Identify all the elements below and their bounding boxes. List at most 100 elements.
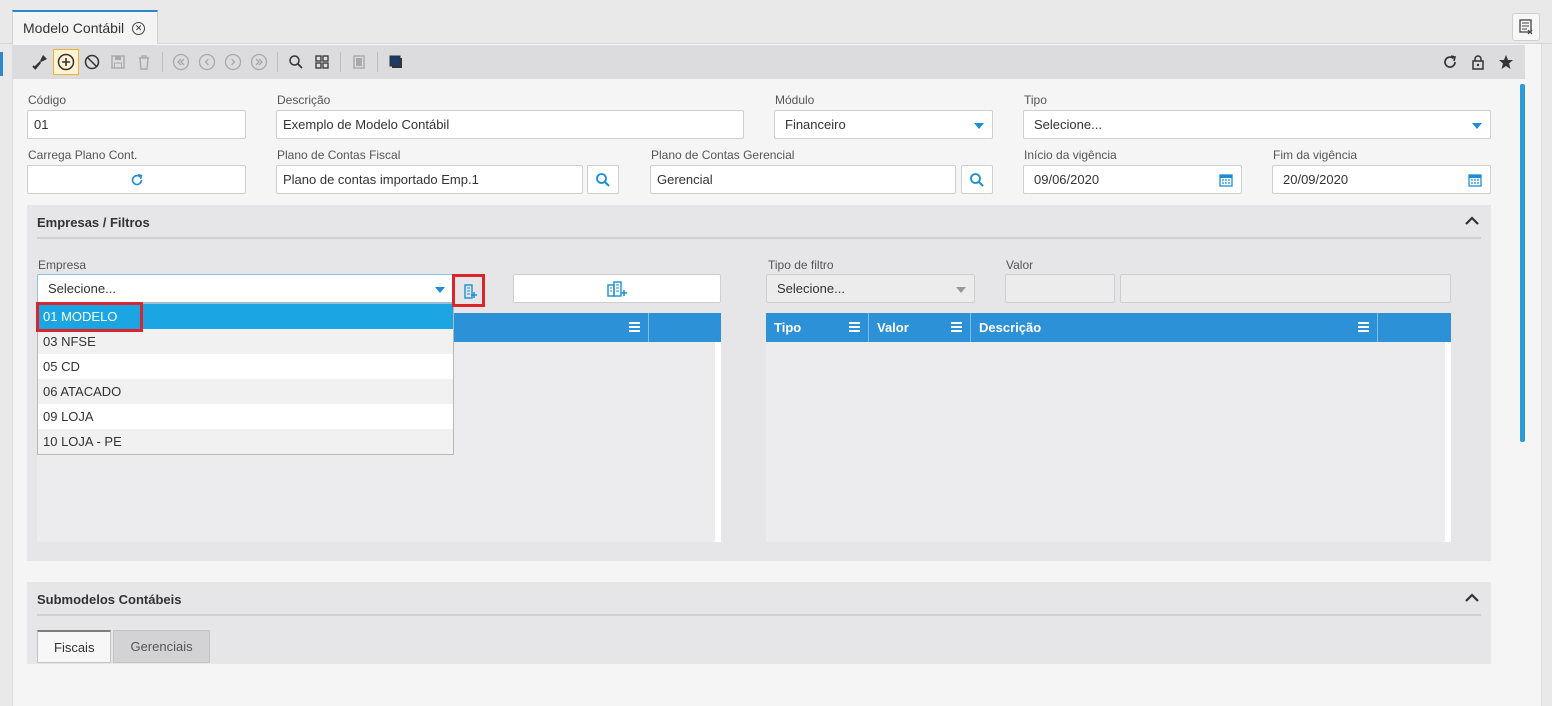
grid-view-button[interactable] [309, 49, 335, 75]
plano-fiscal-field[interactable]: Plano de contas importado Emp.1 [276, 165, 583, 194]
codigo-label: Código [28, 93, 67, 107]
lock-icon [1472, 55, 1484, 70]
column-menu-icon[interactable] [1358, 322, 1369, 334]
column-label: Descrição [979, 320, 1042, 335]
tipo-value: Selecione... [1034, 117, 1102, 132]
column-menu-icon[interactable] [849, 322, 860, 334]
favorite-button[interactable] [1493, 49, 1519, 75]
plano-gerencial-value: Gerencial [657, 172, 713, 187]
submodelos-header[interactable]: Submodelos Contábeis [37, 584, 1481, 616]
carrega-plano-button[interactable] [27, 165, 246, 194]
dropdown-option[interactable]: 05 CD [38, 354, 453, 379]
next-record-button[interactable] [220, 49, 246, 75]
cancel-icon [84, 54, 100, 70]
fim-vigencia-label: Fim da vigência [1273, 148, 1358, 162]
search-icon [596, 172, 610, 187]
last-icon [250, 53, 268, 71]
refresh-button[interactable] [1437, 49, 1463, 75]
search-icon [289, 55, 303, 69]
search-icon [970, 172, 984, 187]
previous-record-button[interactable] [194, 49, 220, 75]
column-menu-icon[interactable] [629, 322, 640, 334]
column-menu-icon[interactable] [951, 322, 962, 334]
descricao-field[interactable]: Exemplo de Modelo Contábil [276, 110, 744, 139]
tipo-filtro-value: Selecione... [777, 281, 845, 296]
grid-column-tipo[interactable]: Tipo [766, 313, 869, 342]
copy-icon [389, 55, 402, 68]
codigo-field[interactable]: 01 [27, 110, 246, 139]
calendar-icon [1219, 174, 1233, 187]
carrega-plano-label: Carrega Plano Cont. [28, 148, 138, 162]
plano-gerencial-label: Plano de Contas Gerencial [651, 148, 795, 162]
modulo-value: Financeiro [785, 117, 846, 132]
valor-code-field[interactable] [1005, 274, 1115, 303]
valor-description-field[interactable] [1120, 274, 1451, 303]
descricao-label: Descrição [277, 93, 331, 107]
tab-fiscais[interactable]: Fiscais [37, 630, 112, 663]
dropdown-option[interactable]: 10 LOJA - PE [38, 429, 453, 454]
toolbar-separator [377, 52, 378, 72]
dropdown-option[interactable]: 06 ATACADO [38, 379, 453, 404]
tab-modelo-contabil[interactable]: Modelo Contábil ✕ [12, 10, 159, 44]
tab-title: Modelo Contábil [23, 20, 125, 36]
new-button[interactable] [53, 49, 79, 75]
submodelos-section: Submodelos Contábeis [27, 582, 1491, 664]
fim-vigencia-value: 20/09/2020 [1283, 172, 1349, 187]
empresa-dropdown-list: 01 MODELO 03 NFSE 05 CD 06 ATACADO 09 LO… [37, 303, 454, 455]
add-empresa-button[interactable] [457, 276, 483, 305]
cancel-button[interactable] [79, 49, 105, 75]
chevron-down-icon [435, 287, 445, 293]
refresh-icon [131, 173, 142, 185]
next-icon [224, 53, 242, 71]
window-list-icon [1519, 19, 1533, 35]
tab-gerenciais[interactable]: Gerenciais [113, 630, 210, 663]
dropdown-option[interactable]: 09 LOJA [38, 404, 453, 429]
grid-column-valor[interactable]: Valor [869, 313, 971, 342]
grid-column-descricao[interactable]: Descrição [971, 313, 1378, 342]
dropdown-option[interactable]: 03 NFSE [38, 329, 453, 354]
plano-fiscal-search-button[interactable] [587, 165, 619, 194]
clear-button[interactable] [27, 49, 53, 75]
copy-button[interactable] [383, 49, 409, 75]
vertical-scrollbar[interactable] [1520, 84, 1525, 442]
grid-icon [315, 55, 329, 69]
chevron-down-icon [1472, 123, 1482, 129]
refresh-icon [1444, 55, 1456, 68]
empresa-value: Selecione... [48, 281, 116, 296]
lock-button[interactable] [1465, 49, 1491, 75]
chevron-up-icon [1465, 593, 1479, 602]
modulo-label: Módulo [775, 93, 815, 107]
window-list-button[interactable] [1512, 13, 1540, 41]
chevron-up-icon [1465, 216, 1479, 225]
tipo-filtro-label: Tipo de filtro [768, 258, 834, 272]
star-icon [1499, 55, 1513, 69]
dropdown-option[interactable]: 01 MODELO [38, 304, 453, 329]
empresas-filtros-header[interactable]: Empresas / Filtros [37, 207, 1481, 239]
toolbar-right [1437, 49, 1519, 75]
modulo-select[interactable]: Financeiro [774, 110, 993, 139]
first-record-button[interactable] [168, 49, 194, 75]
empresa-select[interactable]: Selecione... [37, 274, 454, 303]
inicio-vigencia-field[interactable]: 09/06/2020 [1023, 165, 1242, 194]
filter-grid-header: Tipo Valor Descrição [766, 313, 1451, 342]
search-button[interactable] [283, 49, 309, 75]
save-icon [111, 55, 125, 69]
plano-gerencial-field[interactable]: Gerencial [650, 165, 956, 194]
filter-grid-body [766, 342, 1451, 542]
add-all-empresas-button[interactable] [513, 274, 721, 303]
fim-vigencia-field[interactable]: 20/09/2020 [1272, 165, 1491, 194]
inicio-vigencia-value: 09/06/2020 [1034, 172, 1100, 187]
delete-button[interactable] [131, 49, 157, 75]
column-label: Tipo [774, 320, 802, 335]
chevron-down-icon [956, 287, 966, 293]
plano-gerencial-search-button[interactable] [961, 165, 993, 194]
plus-circle-icon [57, 53, 75, 71]
last-record-button[interactable] [246, 49, 272, 75]
tipo-filtro-select[interactable]: Selecione... [766, 274, 975, 303]
toolbar-separator [162, 52, 163, 72]
tipo-label: Tipo [1024, 93, 1047, 107]
report-button[interactable] [346, 49, 372, 75]
save-button[interactable] [105, 49, 131, 75]
tipo-select[interactable]: Selecione... [1023, 110, 1491, 139]
close-circle-icon[interactable]: ✕ [132, 21, 146, 35]
